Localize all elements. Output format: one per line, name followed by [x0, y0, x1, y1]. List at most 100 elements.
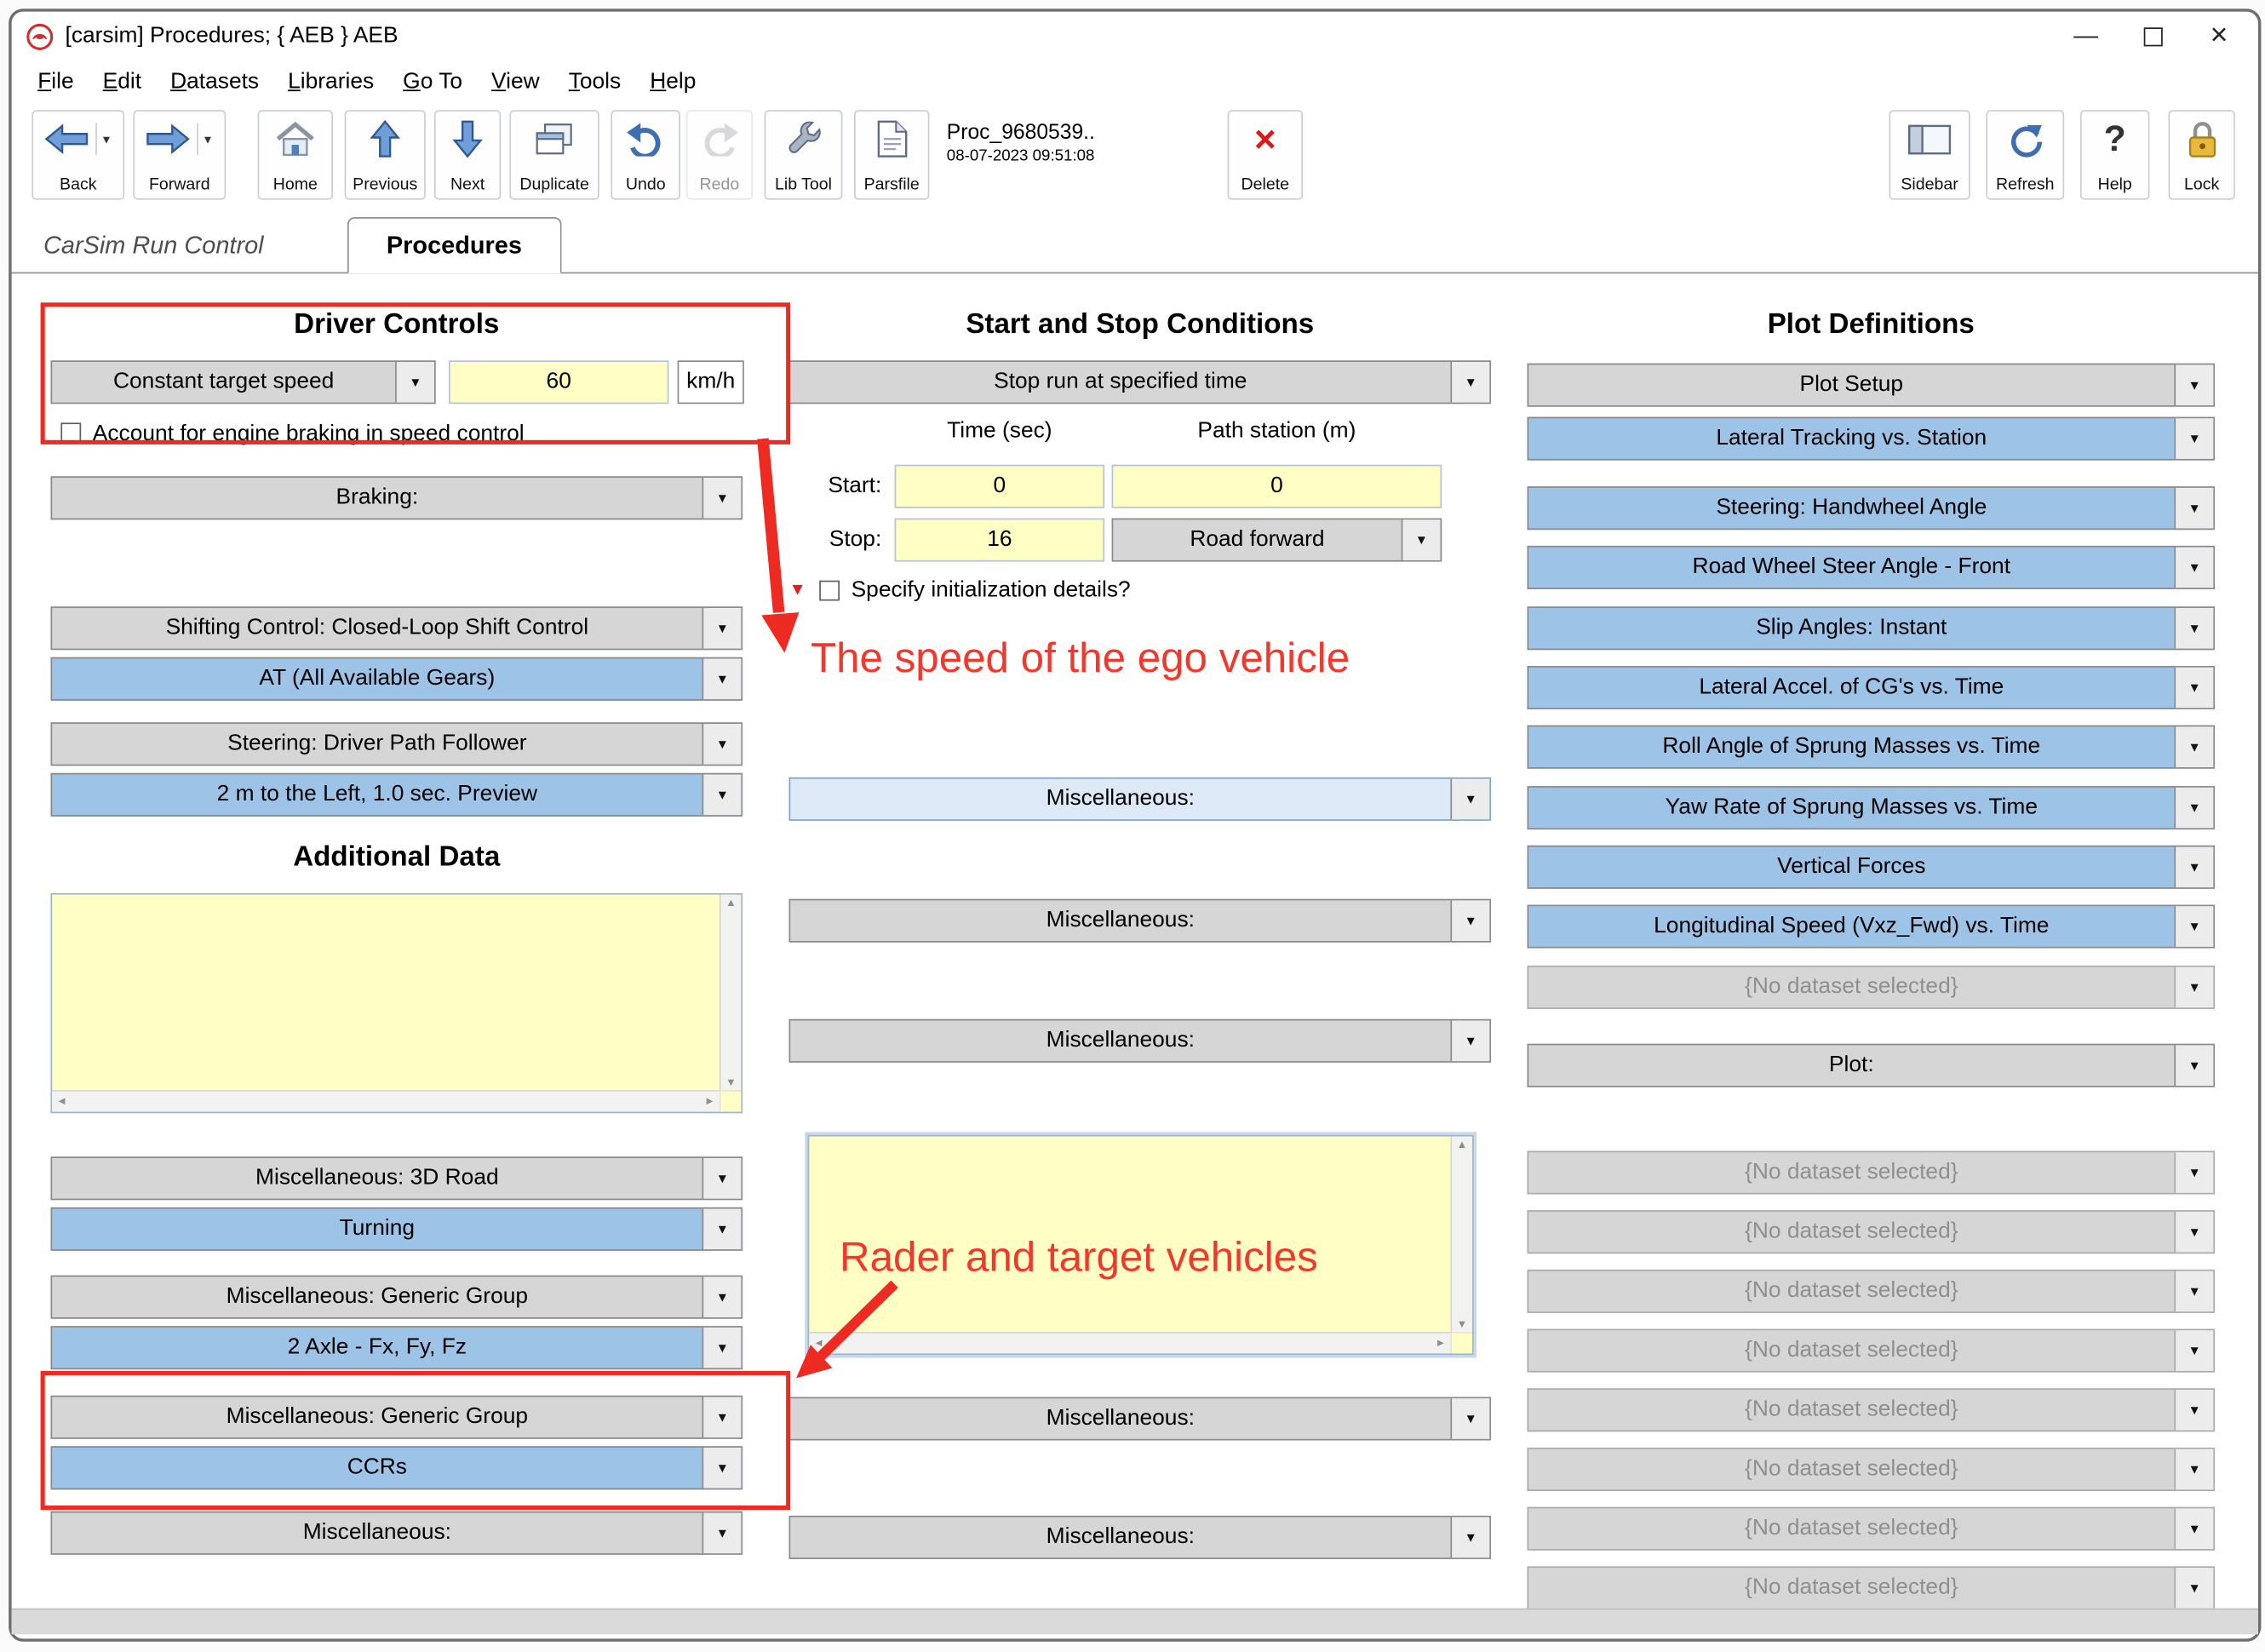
- extra-plot-slot-dropdown[interactable]: {No dataset selected} ▼: [1528, 1507, 2216, 1551]
- misc-3d-road-dropdown[interactable]: Miscellaneous: 3D Road ▼: [51, 1156, 743, 1200]
- misc-generic-group-1-dropdown[interactable]: Miscellaneous: Generic Group ▼: [51, 1276, 743, 1319]
- tab-procedures[interactable]: Procedures: [347, 217, 561, 273]
- title-bar[interactable]: [carsim] Procedures; { AEB } AEB — ×: [12, 12, 2258, 61]
- start-station-input[interactable]: 0: [1112, 465, 1442, 508]
- plot-row-dropdown[interactable]: Yaw Rate of Sprung Masses vs. Time ▼: [1528, 786, 2216, 829]
- dropdown-arrow-icon[interactable]: ▼: [1450, 1021, 1489, 1062]
- dropdown-arrow-icon[interactable]: ▼: [2174, 668, 2213, 708]
- delete-button[interactable]: × Delete: [1228, 110, 1303, 199]
- extra-plot-slot-dropdown[interactable]: {No dataset selected} ▼: [1528, 1566, 2216, 1609]
- dropdown-arrow-icon[interactable]: ▼: [2174, 608, 2213, 649]
- dropdown-arrow-icon[interactable]: ▼: [2174, 1330, 2213, 1371]
- dropdown-arrow-icon[interactable]: ▼: [1450, 1517, 1489, 1558]
- tab-carsim-run-control[interactable]: CarSim Run Control: [43, 232, 264, 261]
- steering-preview-dropdown[interactable]: 2 m to the Left, 1.0 sec. Preview ▼: [51, 773, 743, 817]
- turning-dropdown[interactable]: Turning ▼: [51, 1207, 743, 1251]
- scroll-right-icon[interactable]: ►: [1436, 1338, 1447, 1349]
- misc-middle-3-dropdown[interactable]: Miscellaneous: ▼: [789, 1019, 1492, 1063]
- plot-dropdown[interactable]: Plot: ▼: [1528, 1044, 2216, 1087]
- station-mode-dropdown[interactable]: Road forward ▼: [1112, 519, 1442, 562]
- dropdown-arrow-icon[interactable]: ▼: [2174, 548, 2213, 588]
- forward-button[interactable]: ▼ Forward: [133, 110, 226, 199]
- steering-dropdown[interactable]: Steering: Driver Path Follower ▼: [51, 722, 743, 766]
- menu-edit[interactable]: Edit: [89, 70, 156, 96]
- dropdown-arrow-icon[interactable]: ▼: [702, 608, 742, 649]
- dropdown-arrow-icon[interactable]: ▼: [2174, 788, 2213, 829]
- scroll-right-icon[interactable]: ►: [704, 1096, 715, 1107]
- dropdown-arrow-icon[interactable]: ▼: [702, 1448, 742, 1489]
- scroll-up-icon[interactable]: ▲: [1457, 1139, 1468, 1150]
- misc-middle-1-dropdown[interactable]: Miscellaneous: ▼: [789, 777, 1492, 821]
- dropdown-arrow-icon[interactable]: ▼: [2174, 1271, 2213, 1312]
- help-button[interactable]: ? Help: [2080, 110, 2150, 199]
- plot-row-dropdown[interactable]: Slip Angles: Instant ▼: [1528, 606, 2216, 650]
- dropdown-arrow-icon[interactable]: ▼: [702, 724, 742, 765]
- misc-middle-5-dropdown[interactable]: Miscellaneous: ▼: [789, 1516, 1492, 1559]
- dropdown-arrow-icon[interactable]: ▼: [2174, 1152, 2213, 1193]
- plot-row-dropdown[interactable]: Longitudinal Speed (Vxz_Fwd) vs. Time ▼: [1528, 905, 2216, 949]
- plot-row-empty-dropdown[interactable]: {No dataset selected} ▼: [1528, 966, 2216, 1009]
- next-button[interactable]: Next: [434, 110, 501, 199]
- scroll-down-icon[interactable]: ▼: [725, 1076, 737, 1087]
- dropdown-arrow-icon[interactable]: ▼: [2174, 967, 2213, 1008]
- extra-plot-slot-dropdown[interactable]: {No dataset selected} ▼: [1528, 1329, 2216, 1373]
- plot-row-dropdown[interactable]: Lateral Tracking vs. Station ▼: [1528, 417, 2216, 461]
- dropdown-arrow-icon[interactable]: ▼: [1450, 1398, 1489, 1439]
- shifting-control-dropdown[interactable]: Shifting Control: Closed-Loop Shift Cont…: [51, 606, 743, 650]
- dropdown-arrow-icon[interactable]: ▼: [702, 1397, 742, 1438]
- refresh-button[interactable]: Refresh: [1986, 110, 2064, 199]
- misc-bottom-left-dropdown[interactable]: Miscellaneous: ▼: [51, 1511, 743, 1555]
- dropdown-arrow-icon[interactable]: ▼: [2174, 847, 2213, 888]
- dropdown-arrow-icon[interactable]: ▼: [702, 1276, 742, 1317]
- duplicate-button[interactable]: Duplicate: [509, 110, 599, 199]
- lock-button[interactable]: Lock: [2169, 110, 2235, 199]
- engine-braking-checkbox[interactable]: [60, 422, 81, 443]
- braking-dropdown[interactable]: Braking: ▼: [51, 476, 743, 519]
- vertical-scrollbar[interactable]: ▲ ▼: [1450, 1137, 1472, 1333]
- back-button[interactable]: ▼ Back: [32, 110, 124, 199]
- scroll-left-icon[interactable]: ◄: [56, 1096, 67, 1107]
- speed-mode-dropdown[interactable]: Constant target speed ▼: [51, 360, 436, 404]
- extra-plot-slot-dropdown[interactable]: {No dataset selected} ▼: [1528, 1448, 2216, 1491]
- dropdown-arrow-icon[interactable]: ▼: [702, 1328, 742, 1368]
- start-time-input[interactable]: 0: [895, 465, 1105, 508]
- horizontal-scrollbar[interactable]: ◄ ►: [809, 1332, 1450, 1354]
- stop-time-input[interactable]: 16: [895, 519, 1105, 562]
- dropdown-arrow-icon[interactable]: ▼: [702, 1158, 742, 1199]
- parsfile-button[interactable]: Parsfile: [854, 110, 929, 199]
- close-icon[interactable]: ×: [2186, 12, 2252, 61]
- plot-row-dropdown[interactable]: Lateral Accel. of CG's vs. Time ▼: [1528, 666, 2216, 709]
- plot-row-dropdown[interactable]: Road Wheel Steer Angle - Front ▼: [1528, 546, 2216, 589]
- scroll-left-icon[interactable]: ◄: [813, 1338, 824, 1349]
- misc-middle-2-dropdown[interactable]: Miscellaneous: ▼: [789, 899, 1492, 943]
- dropdown-arrow-icon[interactable]: ▼: [2174, 1449, 2213, 1490]
- menu-goto[interactable]: Go To: [388, 70, 477, 96]
- plot-row-dropdown[interactable]: Vertical Forces ▼: [1528, 846, 2216, 889]
- dropdown-arrow-icon[interactable]: ▼: [2174, 418, 2213, 459]
- extra-plot-slot-dropdown[interactable]: {No dataset selected} ▼: [1528, 1388, 2216, 1431]
- dropdown-arrow-icon[interactable]: ▼: [702, 478, 742, 519]
- extra-plot-slot-dropdown[interactable]: {No dataset selected} ▼: [1528, 1270, 2216, 1313]
- dropdown-arrow-icon[interactable]: ▼: [702, 1513, 742, 1554]
- dropdown-arrow-icon[interactable]: ▼: [1450, 900, 1489, 941]
- scroll-down-icon[interactable]: ▼: [1457, 1318, 1468, 1329]
- previous-button[interactable]: Previous: [345, 110, 426, 199]
- dropdown-arrow-icon[interactable]: ▼: [2174, 1045, 2213, 1086]
- sidebar-button[interactable]: Sidebar: [1889, 110, 1970, 199]
- dropdown-arrow-icon[interactable]: ▼: [702, 659, 742, 700]
- lib-tool-button[interactable]: Lib Tool: [765, 110, 843, 199]
- maximize-icon[interactable]: [2119, 12, 2186, 61]
- misc-middle-4-dropdown[interactable]: Miscellaneous: ▼: [789, 1397, 1492, 1441]
- speed-value-input[interactable]: 60: [449, 360, 668, 404]
- back-split-arrow-icon[interactable]: ▼: [95, 123, 112, 155]
- ccrs-dropdown[interactable]: CCRs ▼: [51, 1446, 743, 1489]
- dropdown-arrow-icon[interactable]: ▼: [2174, 1508, 2213, 1549]
- plot-setup-dropdown[interactable]: Plot Setup ▼: [1528, 364, 2216, 407]
- menu-help[interactable]: Help: [635, 70, 710, 96]
- menu-libraries[interactable]: Libraries: [273, 70, 388, 96]
- axle-forces-dropdown[interactable]: 2 Axle - Fx, Fy, Fz ▼: [51, 1326, 743, 1369]
- dropdown-arrow-icon[interactable]: ▼: [1450, 362, 1489, 403]
- redo-button[interactable]: Redo: [686, 110, 753, 199]
- additional-data-textarea[interactable]: ▲ ▼ ◄ ►: [51, 893, 743, 1113]
- stop-mode-dropdown[interactable]: Stop run at specified time ▼: [789, 360, 1492, 404]
